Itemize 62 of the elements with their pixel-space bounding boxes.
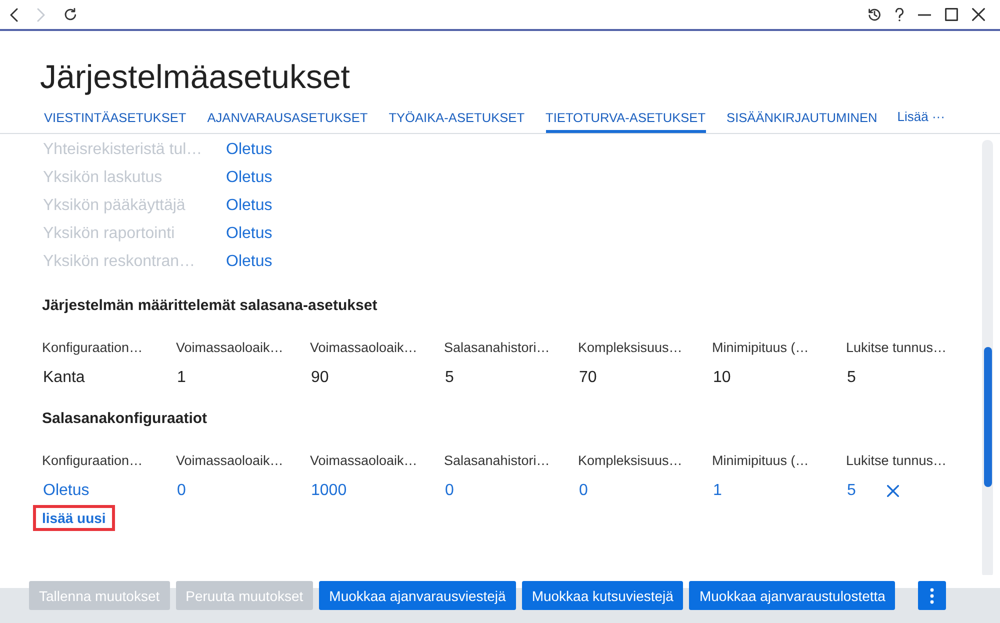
- refresh-icon[interactable]: [64, 8, 77, 21]
- setting-value-link[interactable]: Oletus: [226, 197, 272, 215]
- column-header: Kompleksisuus…: [578, 339, 684, 357]
- maximize-icon[interactable]: [945, 8, 958, 21]
- table-cell-link[interactable]: 1000: [310, 480, 347, 502]
- table-cell-text: 5: [444, 368, 454, 388]
- table-cell-link[interactable]: 1: [712, 480, 722, 502]
- setting-label: Yksikön raportointi: [42, 225, 176, 243]
- tab[interactable]: TYÖAIKA-ASETUKSET: [388, 110, 525, 133]
- help-icon[interactable]: [895, 8, 904, 22]
- table-cell-text: 5: [846, 368, 856, 388]
- table-cell-text: 70: [578, 368, 597, 388]
- section-heading: Järjestelmän määrittelemät salasana-asetukset: [42, 296, 378, 316]
- table-cell-link[interactable]: 0: [444, 480, 454, 502]
- footer-button[interactable]: Muokkaa kutsuviestejä: [522, 581, 684, 610]
- column-header: Salasanahistori…: [444, 452, 551, 470]
- tab[interactable]: SISÄÄNKIRJAUTUMINEN: [726, 110, 878, 133]
- column-header: Voimassaoloaik…: [310, 339, 418, 357]
- setting-value-link[interactable]: Oletus: [226, 141, 272, 159]
- table-cell-link[interactable]: 0: [578, 480, 588, 502]
- column-header: Salasanahistori…: [444, 339, 551, 357]
- column-header: Voimassaoloaik…: [176, 339, 284, 357]
- footer-button[interactable]: Muokkaa ajanvaraustulostetta: [689, 581, 896, 610]
- setting-value-link[interactable]: Oletus: [226, 253, 272, 271]
- setting-label: Yksikön laskutus: [42, 169, 164, 187]
- column-header: Voimassaoloaik…: [176, 452, 284, 470]
- setting-label: Yksikön pääkäyttäjä: [42, 197, 186, 215]
- column-header: Kompleksisuus…: [578, 452, 684, 470]
- setting-label: Yksikön reskontran…: [42, 253, 196, 271]
- tab[interactable]: TIETOTURVA-ASETUKSET: [546, 110, 706, 133]
- more-tabs-link[interactable]: Lisää ···: [897, 109, 945, 133]
- table-cell-text: 10: [712, 368, 731, 388]
- page-title: Järjestelmäasetukset: [40, 57, 351, 97]
- column-header: Lukitse tunnus…: [846, 452, 948, 470]
- more-options-button[interactable]: [918, 581, 946, 610]
- table-cell-link[interactable]: 0: [176, 480, 186, 502]
- table-cell-text: Kanta: [42, 368, 85, 388]
- column-header: Lukitse tunnus…: [846, 339, 948, 357]
- minimize-icon[interactable]: [918, 14, 931, 16]
- setting-value-link[interactable]: Oletus: [226, 169, 272, 187]
- close-icon[interactable]: [972, 8, 985, 21]
- table-cell-link[interactable]: 5: [846, 480, 856, 502]
- table-cell-text: 90: [310, 368, 329, 388]
- column-header: Minimipituus (…: [712, 452, 810, 470]
- section-heading: Salasanakonfiguraatiot: [42, 409, 208, 429]
- footer-button[interactable]: Muokkaa ajanvarausviestejä: [319, 581, 516, 610]
- column-header: Konfiguraation…: [42, 339, 144, 357]
- tab[interactable]: AJANVARAUSASETUKSET: [207, 110, 368, 133]
- column-header: Konfiguraation…: [42, 452, 144, 470]
- kebab-icon: [930, 588, 934, 604]
- setting-label: Yhteisrekisteristä tul…: [42, 141, 204, 159]
- setting-value-link[interactable]: Oletus: [226, 225, 272, 243]
- column-header: Voimassaoloaik…: [310, 452, 418, 470]
- table-cell-link[interactable]: Oletus: [42, 480, 90, 502]
- scrollbar-thumb[interactable]: [984, 347, 992, 487]
- tab[interactable]: VIESTINTÄASETUKSET: [44, 110, 186, 133]
- add-new-link[interactable]: lisää uusi: [33, 505, 115, 531]
- column-header: Minimipituus (…: [712, 339, 810, 357]
- history-icon[interactable]: [868, 8, 881, 21]
- x-mark-icon[interactable]: [886, 485, 899, 497]
- chevron-left-icon[interactable]: [10, 8, 18, 22]
- table-cell-text: 1: [176, 368, 186, 388]
